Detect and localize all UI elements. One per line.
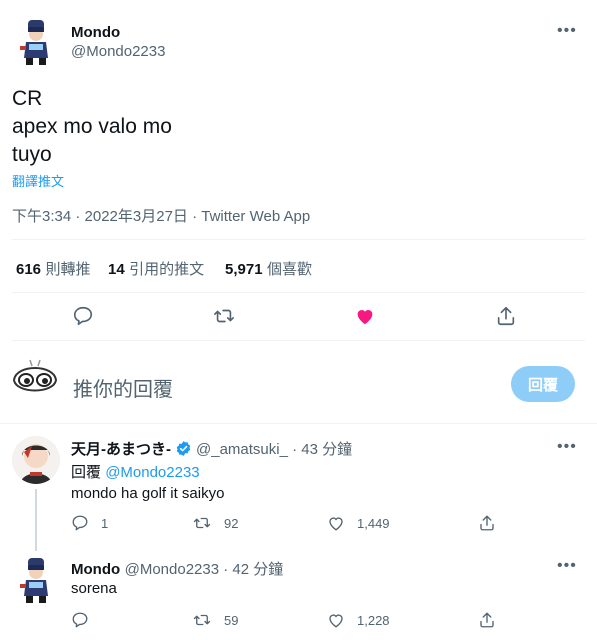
reply-text: sorena bbox=[71, 580, 117, 597]
like-button[interactable]: 1,228 bbox=[327, 611, 390, 629]
retweet-count: 92 bbox=[224, 515, 239, 531]
likes-stat[interactable]: 5,971 個喜歡 bbox=[225, 258, 312, 279]
retweet-icon bbox=[193, 517, 211, 529]
retweet-button[interactable]: 59 bbox=[192, 611, 238, 629]
reply-input[interactable]: 推你的回覆 bbox=[73, 373, 173, 402]
quotes-count: 14 bbox=[108, 261, 125, 278]
reply-avatar[interactable] bbox=[12, 436, 60, 484]
replying-to-link[interactable]: @Mondo2233 bbox=[105, 464, 199, 481]
current-user-avatar[interactable] bbox=[10, 354, 60, 400]
reply-count: 1 bbox=[101, 515, 109, 531]
share-icon bbox=[480, 515, 494, 531]
reply-icon bbox=[73, 306, 93, 326]
tweet-line-3: tuyo bbox=[12, 143, 52, 166]
reply-avatar[interactable] bbox=[14, 556, 58, 604]
reply-icon bbox=[72, 515, 88, 531]
share-button[interactable] bbox=[495, 305, 517, 327]
retweets-label: 則轉推 bbox=[45, 261, 91, 278]
replying-prefix: 回覆 bbox=[71, 464, 102, 481]
retweets-stat[interactable]: 616 則轉推 bbox=[16, 258, 91, 279]
heart-filled-icon bbox=[357, 310, 373, 325]
quotes-label: 引用的推文 bbox=[129, 261, 205, 278]
reply-handle-time[interactable]: @Mondo2233 · 42 分鐘 bbox=[125, 561, 284, 578]
divider bbox=[12, 292, 585, 293]
like-count: 1,228 bbox=[357, 612, 390, 628]
tweet-line-2: apex mo valo mo bbox=[12, 115, 172, 138]
share-button[interactable] bbox=[478, 611, 496, 629]
retweets-count: 616 bbox=[16, 261, 42, 278]
author-handle[interactable]: @Mondo2233 bbox=[71, 43, 165, 60]
reply-icon bbox=[72, 612, 88, 628]
reply-button[interactable] bbox=[72, 305, 94, 327]
heart-icon bbox=[329, 614, 343, 628]
share-icon bbox=[480, 612, 494, 628]
replying-to: 回覆 @Mondo2233 bbox=[71, 461, 200, 482]
likes-label: 個喜歡 bbox=[267, 261, 313, 278]
reply-header: 天月-あまつき- @_amatsuki_ · 43 分鐘 bbox=[71, 438, 352, 459]
reply-header: Mondo @Mondo2233 · 42 分鐘 bbox=[71, 558, 283, 579]
verified-badge-icon bbox=[176, 441, 191, 456]
reply-author-name[interactable]: 天月-あまつき- bbox=[71, 438, 171, 459]
divider bbox=[12, 340, 585, 341]
author-name[interactable]: Mondo bbox=[71, 24, 120, 41]
share-icon bbox=[497, 306, 515, 326]
quotes-stat[interactable]: 14 引用的推文 bbox=[108, 258, 204, 279]
reply-button[interactable] bbox=[71, 611, 89, 629]
author-avatar[interactable] bbox=[14, 18, 58, 66]
retweet-icon bbox=[193, 614, 211, 626]
like-button[interactable]: 1,449 bbox=[327, 514, 390, 532]
retweet-icon bbox=[214, 309, 234, 323]
reply-submit-button[interactable]: 回覆 bbox=[511, 366, 575, 402]
like-button[interactable] bbox=[354, 305, 376, 327]
like-count: 1,449 bbox=[357, 515, 390, 531]
retweet-button[interactable] bbox=[212, 305, 236, 327]
more-options-icon[interactable]: ••• bbox=[557, 438, 577, 456]
reply-button[interactable]: 1 bbox=[71, 514, 108, 532]
likes-count: 5,971 bbox=[225, 261, 263, 278]
tweet-timestamp[interactable]: 下午3:34 · 2022年3月27日 · Twitter Web App bbox=[12, 205, 310, 226]
tweet-line-1: CR bbox=[12, 87, 43, 110]
retweet-button[interactable]: 92 bbox=[192, 514, 238, 532]
reply-author-name[interactable]: Mondo bbox=[71, 561, 120, 578]
reply-handle-time[interactable]: @_amatsuki_ · 43 分鐘 bbox=[196, 438, 352, 459]
divider bbox=[12, 239, 585, 240]
retweet-count: 59 bbox=[224, 612, 239, 628]
divider bbox=[0, 423, 597, 424]
share-button[interactable] bbox=[478, 514, 496, 532]
translate-tweet-link[interactable]: 翻譯推文 bbox=[12, 171, 64, 190]
more-options-icon[interactable]: ••• bbox=[557, 557, 577, 575]
reply-text: mondo ha golf it saikyo bbox=[71, 485, 225, 502]
more-options-icon[interactable]: ••• bbox=[557, 22, 577, 40]
thread-connector bbox=[35, 489, 37, 551]
heart-icon bbox=[329, 517, 343, 531]
